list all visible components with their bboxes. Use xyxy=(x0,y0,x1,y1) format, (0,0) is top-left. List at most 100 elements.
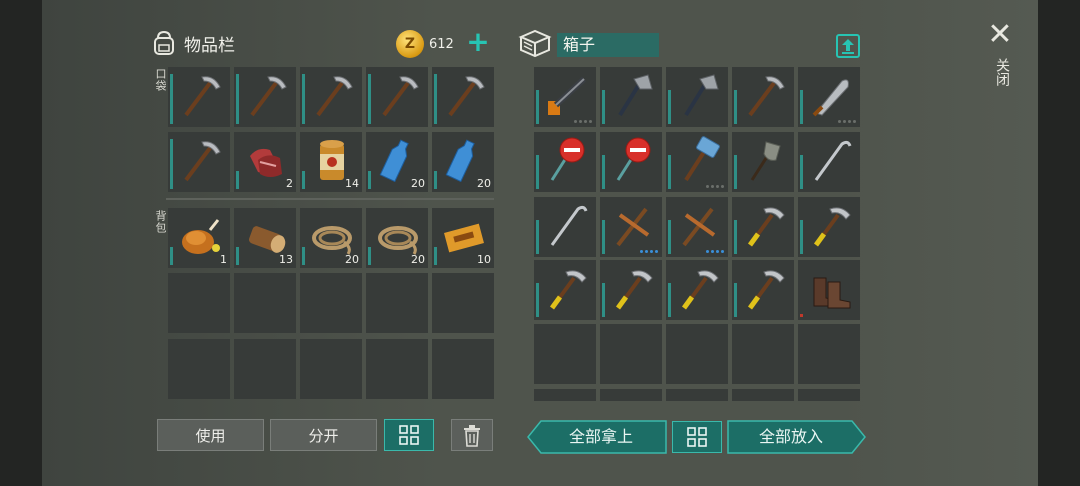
chainsaw-icon xyxy=(548,76,587,115)
box-slot[interactable] xyxy=(600,260,662,320)
empty-box-slot[interactable] xyxy=(534,389,596,401)
grid-sort-icon xyxy=(399,425,419,445)
yellow-pickaxe-icon xyxy=(813,207,851,247)
empty-box-slot[interactable] xyxy=(600,389,662,401)
grid-sort-icon xyxy=(687,427,707,447)
durability-bar xyxy=(170,139,173,189)
empty-box-slot[interactable] xyxy=(666,389,728,401)
empty-backpack-slot[interactable] xyxy=(366,273,428,333)
close-icon[interactable]: ✕ xyxy=(987,20,1013,50)
box-slot[interactable] xyxy=(666,197,728,257)
put-all-button[interactable]: 全部放入 xyxy=(729,420,853,454)
empty-backpack-slot[interactable] xyxy=(300,339,362,399)
pocket-slot[interactable] xyxy=(168,67,230,127)
box-slot[interactable] xyxy=(534,132,596,192)
empty-box-slot[interactable] xyxy=(666,324,728,384)
upload-icon[interactable] xyxy=(836,34,860,58)
close-label[interactable]: 关闭 xyxy=(992,58,1012,86)
pocket-slot[interactable] xyxy=(168,132,230,192)
box-slot[interactable] xyxy=(600,197,662,257)
empty-box-slot[interactable] xyxy=(534,324,596,384)
stop-sign-axe-icon xyxy=(550,137,585,181)
durability-bar xyxy=(302,74,305,124)
box-slot[interactable] xyxy=(534,197,596,257)
pocket-slot[interactable] xyxy=(234,67,296,127)
pocket-slot[interactable] xyxy=(300,67,362,127)
take-all-button[interactable]: 全部拿上 xyxy=(537,420,665,454)
pocket-slot[interactable]: 14 xyxy=(300,132,362,192)
box-slot[interactable] xyxy=(798,260,860,320)
durability-bar xyxy=(302,171,305,189)
sort-box-button[interactable] xyxy=(672,421,722,453)
box-slot[interactable] xyxy=(732,260,794,320)
empty-box-slot[interactable] xyxy=(732,324,794,384)
box-slot[interactable] xyxy=(600,132,662,192)
box-slot[interactable] xyxy=(534,67,596,127)
pocket-slot[interactable] xyxy=(432,67,494,127)
durability-bar xyxy=(170,247,173,265)
box-slot[interactable] xyxy=(732,67,794,127)
empty-backpack-slot[interactable] xyxy=(366,339,428,399)
empty-backpack-slot[interactable] xyxy=(168,273,230,333)
pickaxe-icon xyxy=(316,76,353,117)
backpack-slot[interactable]: 13 xyxy=(234,208,296,268)
empty-backpack-slot[interactable] xyxy=(432,273,494,333)
pocket-slot[interactable]: 20 xyxy=(366,132,428,192)
backpack-slot[interactable]: 10 xyxy=(432,208,494,268)
pocket-slot[interactable]: 20 xyxy=(432,132,494,192)
add-coins-button[interactable]: + xyxy=(466,28,490,56)
empty-backpack-slot[interactable] xyxy=(168,339,230,399)
durability-bar xyxy=(434,171,437,189)
empty-box-slot[interactable] xyxy=(798,324,860,384)
box-header xyxy=(518,28,552,58)
sort-inventory-button[interactable] xyxy=(384,419,434,451)
box-slot[interactable] xyxy=(666,260,728,320)
empty-backpack-slot[interactable] xyxy=(432,339,494,399)
backpack-slot[interactable]: 20 xyxy=(300,208,362,268)
box-slot[interactable] xyxy=(600,67,662,127)
delete-button[interactable] xyxy=(451,419,493,451)
empty-box-slot[interactable] xyxy=(732,389,794,401)
item-count: 20 xyxy=(477,177,491,190)
yellow-pickaxe-icon xyxy=(747,207,785,247)
item-count: 14 xyxy=(345,177,359,190)
roast-chicken-icon xyxy=(182,219,220,254)
sledgehammer-icon xyxy=(684,136,720,182)
backpack-slot[interactable]: 20 xyxy=(366,208,428,268)
backpack-label: 背包 xyxy=(154,210,167,234)
empty-backpack-slot[interactable] xyxy=(234,339,296,399)
empty-box-slot[interactable] xyxy=(798,389,860,401)
inventory-header: 物品栏 xyxy=(152,30,235,56)
durability-bar xyxy=(434,247,437,265)
copper-pickaxe-icon xyxy=(682,207,716,247)
box-slot[interactable] xyxy=(534,260,596,320)
box-slot[interactable] xyxy=(666,132,728,192)
pocket-slot[interactable]: 2 xyxy=(234,132,296,192)
shovel-icon xyxy=(750,141,781,181)
box-slot[interactable] xyxy=(798,132,860,192)
box-slot[interactable] xyxy=(732,197,794,257)
backpack-slot[interactable]: 1 xyxy=(168,208,230,268)
box-slot[interactable] xyxy=(666,67,728,127)
durability-bar xyxy=(236,74,239,124)
split-button[interactable]: 分开 xyxy=(270,419,377,451)
empty-box-slot[interactable] xyxy=(600,324,662,384)
durability-bar xyxy=(734,283,737,317)
yellow-pickaxe-icon xyxy=(549,270,587,310)
item-level-dots xyxy=(838,120,856,123)
empty-backpack-slot[interactable] xyxy=(234,273,296,333)
box-slot[interactable] xyxy=(798,67,860,127)
pickaxe-icon xyxy=(382,76,419,117)
item-count: 20 xyxy=(345,253,359,266)
durability-bar xyxy=(434,74,437,124)
raw-meat-icon xyxy=(250,148,282,177)
empty-backpack-slot[interactable] xyxy=(300,273,362,333)
box-slot[interactable] xyxy=(732,132,794,192)
durability-bar xyxy=(368,171,371,189)
use-button[interactable]: 使用 xyxy=(157,419,264,451)
item-count: 20 xyxy=(411,253,425,266)
box-name-field[interactable]: 箱子 xyxy=(557,33,659,57)
pocket-slot[interactable] xyxy=(366,67,428,127)
screen-edge-left xyxy=(0,0,42,486)
box-slot[interactable] xyxy=(798,197,860,257)
